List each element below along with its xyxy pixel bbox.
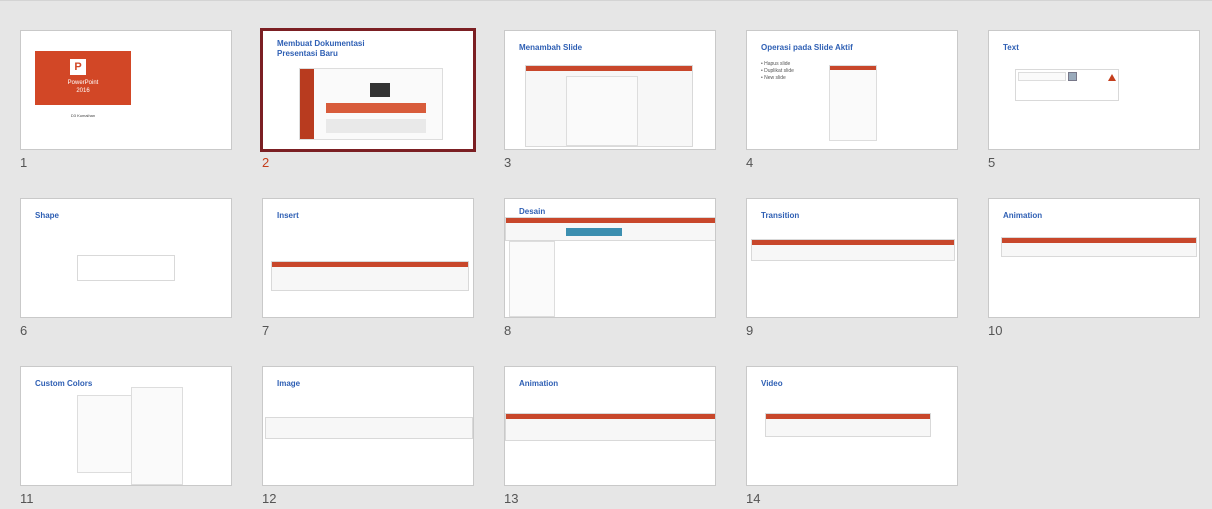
slide-number: 6: [20, 323, 28, 338]
video-ribbon-screenshot: [765, 413, 931, 437]
slide-thumbnail[interactable]: Video: [746, 366, 958, 486]
transition-ribbon-screenshot: [751, 239, 955, 261]
format-pane-screenshot: [509, 241, 555, 317]
slide-thumbnail[interactable]: Animation: [988, 198, 1200, 318]
slide-title: Desain: [519, 207, 546, 216]
slide-thumbnail[interactable]: Desain: [504, 198, 716, 318]
slide-thumbnail[interactable]: Menambah Slide: [504, 30, 716, 150]
slide-title: Text: [1003, 43, 1019, 52]
slide-title: Insert: [277, 211, 299, 220]
app-name: PowerPoint 2016: [67, 80, 99, 94]
slide-number: 7: [262, 323, 270, 338]
bullet-list: • Hapus slide • Duplikat slide • New sli…: [761, 61, 794, 81]
slide-thumbnail[interactable]: Shape: [20, 198, 232, 318]
insert-ribbon-screenshot: [271, 261, 469, 291]
theme-colors-screenshot: [77, 395, 137, 473]
slide-thumbnail[interactable]: Text: [988, 30, 1200, 150]
screenshot-image: [299, 68, 443, 140]
picture-ribbon-screenshot: [265, 417, 473, 439]
slide-title: Membuat Dokumentasi Presentasi Baru: [277, 39, 365, 58]
slide-sorter-view: P PowerPoint 2016 D3 Kumaihan 1 Membuat D…: [0, 0, 1212, 509]
slide-number: 13: [504, 491, 519, 506]
slide-number: 3: [504, 155, 512, 170]
context-menu-screenshot: [829, 65, 877, 141]
slide-title: Menambah Slide: [519, 43, 583, 52]
slide-thumbnail[interactable]: P PowerPoint 2016 D3 Kumaihan: [20, 30, 232, 150]
slide-title: Image: [277, 379, 301, 388]
slide-thumbnail[interactable]: Transition: [746, 198, 958, 318]
slide-thumbnail[interactable]: Animation: [504, 366, 716, 486]
slide-title: Transition: [761, 211, 800, 220]
slide-title: Custom Colors: [35, 379, 93, 388]
slide-number: 5: [988, 155, 996, 170]
slide-thumbnail[interactable]: Membuat Dokumentasi Presentasi Baru: [260, 28, 476, 152]
slide-number: 1: [20, 155, 28, 170]
slide-number: 9: [746, 323, 754, 338]
animation-ribbon-screenshot: [1001, 237, 1197, 257]
slide-number: 4: [746, 155, 754, 170]
slide-thumbnail[interactable]: Custom Colors: [20, 366, 232, 486]
slide-title: Animation: [1003, 211, 1043, 220]
font-ribbon-screenshot: [1015, 69, 1119, 101]
slide-number: 2: [262, 155, 270, 170]
slide-title: Video: [761, 379, 783, 388]
shape-ribbon-screenshot: [77, 255, 175, 281]
design-ribbon-screenshot: [505, 217, 715, 241]
format-background-pane-screenshot: [131, 387, 183, 485]
ribbon-screenshot: [525, 65, 693, 147]
slide-thumbnail[interactable]: Insert: [262, 198, 474, 318]
slide-number: 10: [988, 323, 1003, 338]
powerpoint-logo: P PowerPoint 2016: [35, 51, 131, 105]
slide-thumbnail[interactable]: Image: [262, 366, 474, 486]
slide-title: Animation: [519, 379, 559, 388]
slide-number: 14: [746, 491, 761, 506]
slide-byline: D3 Kumaihan: [70, 113, 96, 118]
slide-thumbnail[interactable]: Operasi pada Slide Aktif • Hapus slide •…: [746, 30, 958, 150]
animation-ribbon-screenshot: [505, 413, 715, 441]
slide-number: 12: [262, 491, 277, 506]
slide-number: 8: [504, 323, 512, 338]
slide-title: Operasi pada Slide Aktif: [761, 43, 853, 52]
slide-title: Shape: [35, 211, 60, 220]
powerpoint-icon: P: [70, 59, 86, 75]
slide-number: 11: [20, 491, 34, 506]
